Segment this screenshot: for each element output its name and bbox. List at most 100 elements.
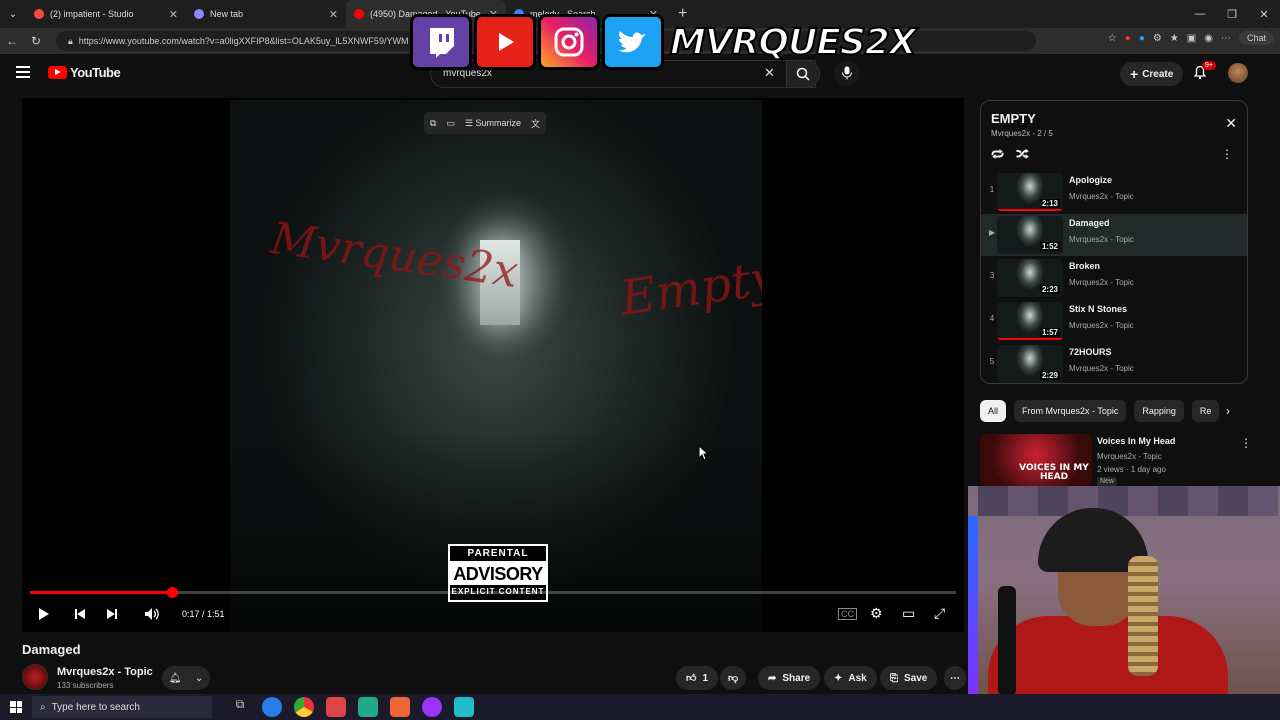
recommended-video-channel: Mvrques2x - Topic (1097, 452, 1162, 461)
profile-icon[interactable]: ◉ (1204, 33, 1213, 44)
chevron-right-icon[interactable]: › (1226, 404, 1230, 418)
time-display: 0:17 / 1:51 (182, 609, 225, 619)
app-icon[interactable] (326, 697, 346, 717)
search-icon: ⌕ (40, 701, 46, 713)
like-button[interactable]: 👍︎ 1 (676, 666, 719, 690)
tab-close-icon[interactable]: ✕ (329, 8, 338, 21)
save-button[interactable]: ⎘ Save (880, 666, 938, 690)
duration-badge: 1:52 (1039, 242, 1060, 251)
youtube-play-icon (48, 66, 67, 79)
progress-bar[interactable] (30, 587, 956, 598)
create-button[interactable]: + Create (1120, 62, 1184, 86)
volume-icon[interactable] (144, 607, 160, 621)
share-button[interactable]: ➦ Share (758, 666, 821, 690)
subscription-bell-button[interactable]: 🔔︎ ⌄ (162, 666, 210, 690)
window-controls: — ❐ ✕ (1184, 0, 1280, 28)
dislike-button[interactable]: 👎︎ (720, 666, 747, 690)
settings-gear-icon[interactable]: ⚙ (870, 605, 883, 622)
star-icon[interactable]: ☆ (1108, 33, 1117, 44)
maximize-icon[interactable]: ❐ (1216, 0, 1248, 28)
chip-from-channel[interactable]: From Mvrques2x - Topic (1014, 400, 1127, 422)
playlist-item-thumbnail: 1:57 (997, 302, 1063, 340)
taskbar-search[interactable]: ⌕ Type here to search (32, 696, 212, 718)
app-icon[interactable] (454, 697, 474, 717)
translate-icon[interactable]: 文 (531, 117, 540, 130)
gear-icon[interactable]: ⚙ (1153, 33, 1162, 44)
back-icon[interactable]: ← (0, 34, 24, 48)
tab-close-icon[interactable]: ✕ (169, 8, 178, 21)
duration-badge: 1:57 (1039, 328, 1060, 337)
next-icon[interactable] (106, 608, 118, 620)
playlist-item-current[interactable]: ▶ 1:52 Damaged Mvrques2x - Topic (981, 214, 1247, 256)
collections-icon[interactable]: ▣ (1187, 33, 1196, 44)
tab-new[interactable]: New tab ✕ (186, 0, 346, 28)
minimize-icon[interactable]: — (1184, 0, 1216, 28)
recommended-more-icon[interactable]: ⋮ (1240, 436, 1252, 450)
shuffle-icon[interactable]: 🔀︎ (1016, 145, 1029, 164)
summarize-button[interactable]: ☰ Summarize (465, 118, 521, 129)
captions-icon[interactable]: CC (838, 608, 857, 620)
like-count: 1 (702, 672, 709, 684)
youtube-logo[interactable]: YouTube (48, 65, 121, 80)
more-actions-button[interactable]: ⋯ (944, 666, 966, 690)
edge-icon[interactable] (262, 697, 282, 717)
close-playlist-icon[interactable]: ✕ (1225, 115, 1237, 132)
theater-mode-icon[interactable]: ▭ (902, 605, 915, 622)
reload-icon[interactable]: ↻ (24, 34, 48, 48)
playlist-item-title: Apologize (1069, 175, 1112, 185)
play-icon[interactable] (38, 607, 50, 621)
extension-icon[interactable]: ● (1139, 33, 1145, 44)
loop-icon[interactable]: 🔁︎ (991, 145, 1004, 164)
lock-icon: 🔒︎ (68, 35, 73, 46)
scrubber-handle[interactable] (166, 587, 178, 598)
playlist-item-channel: Mvrques2x - Topic (1069, 364, 1134, 373)
more-icon[interactable]: ⋯ (1221, 33, 1231, 44)
tab-search-icon[interactable]: ⌄ (0, 9, 26, 20)
chip-rapping[interactable]: Rapping (1134, 400, 1184, 422)
playlist-item-thumbnail: 2:13 (997, 173, 1063, 211)
previous-icon[interactable] (74, 608, 86, 620)
recommended-video[interactable]: VOICES IN MY HEAD Voices In My Head Mvrq… (980, 434, 1248, 486)
screenshot-icon[interactable]: ⧉ (430, 118, 436, 129)
playlist-subtitle: Mvrques2x - 2 / 5 (991, 129, 1053, 138)
avatar[interactable] (1228, 63, 1248, 83)
windows-start-icon[interactable] (10, 701, 22, 713)
playlist-item[interactable]: 4 1:57 Stix N Stones Mvrques2x - Topic (981, 300, 1247, 342)
extension-icon[interactable]: ● (1125, 33, 1131, 44)
fullscreen-icon[interactable]: ⤢ (934, 605, 945, 622)
tab-studio[interactable]: (2) impatient - Studio ✕ (26, 0, 186, 28)
playlist-more-icon[interactable]: ⋮ (1221, 147, 1233, 161)
video-player[interactable]: Mvrques2x Empty PARENTAL ADVISORY EXPLIC… (22, 98, 964, 632)
duration-badge: 2:23 (1039, 285, 1060, 294)
share-label: Share (782, 672, 811, 684)
app-icon[interactable] (358, 697, 378, 717)
obs-icon[interactable] (422, 697, 442, 717)
close-window-icon[interactable]: ✕ (1248, 0, 1280, 28)
favorites-icon[interactable]: ★ (1170, 33, 1179, 44)
task-view-icon[interactable]: ⧉ (230, 697, 250, 717)
instagram-icon (538, 14, 600, 70)
pip-icon[interactable]: ▭ (446, 118, 455, 129)
playlist-item[interactable]: 5 2:29 72HOURS Mvrques2x - Topic (981, 343, 1247, 383)
cover-text-right: Empty (616, 249, 762, 327)
subscriber-count: 133 subscribers (57, 681, 114, 690)
channel-name[interactable]: Mvrques2x - Topic (57, 666, 153, 678)
app-icon[interactable] (390, 697, 410, 717)
menu-icon[interactable] (16, 66, 30, 78)
ask-button[interactable]: ✦ Ask (824, 666, 877, 690)
chat-button[interactable]: Chat (1238, 31, 1274, 45)
chrome-icon[interactable] (294, 697, 314, 717)
advisory-line1: PARENTAL (450, 546, 546, 563)
more-icon: ⋯ (950, 672, 960, 684)
playlist-item[interactable]: 1 2:13 Apologize Mvrques2x - Topic (981, 171, 1247, 213)
channel-avatar[interactable] (22, 664, 48, 690)
chip-related[interactable]: Re (1191, 400, 1220, 422)
notification-badge: 9+ (1202, 61, 1216, 70)
playlist-item-index: 1 (989, 185, 995, 194)
chevron-down-icon: ⌄ (194, 672, 204, 684)
studio-favicon-icon (34, 9, 44, 19)
playlist-title[interactable]: EMPTY (991, 111, 1036, 126)
chip-all[interactable]: All (980, 400, 1007, 422)
twitter-icon (602, 14, 664, 70)
playlist-item[interactable]: 3 2:23 Broken Mvrques2x - Topic (981, 257, 1247, 299)
